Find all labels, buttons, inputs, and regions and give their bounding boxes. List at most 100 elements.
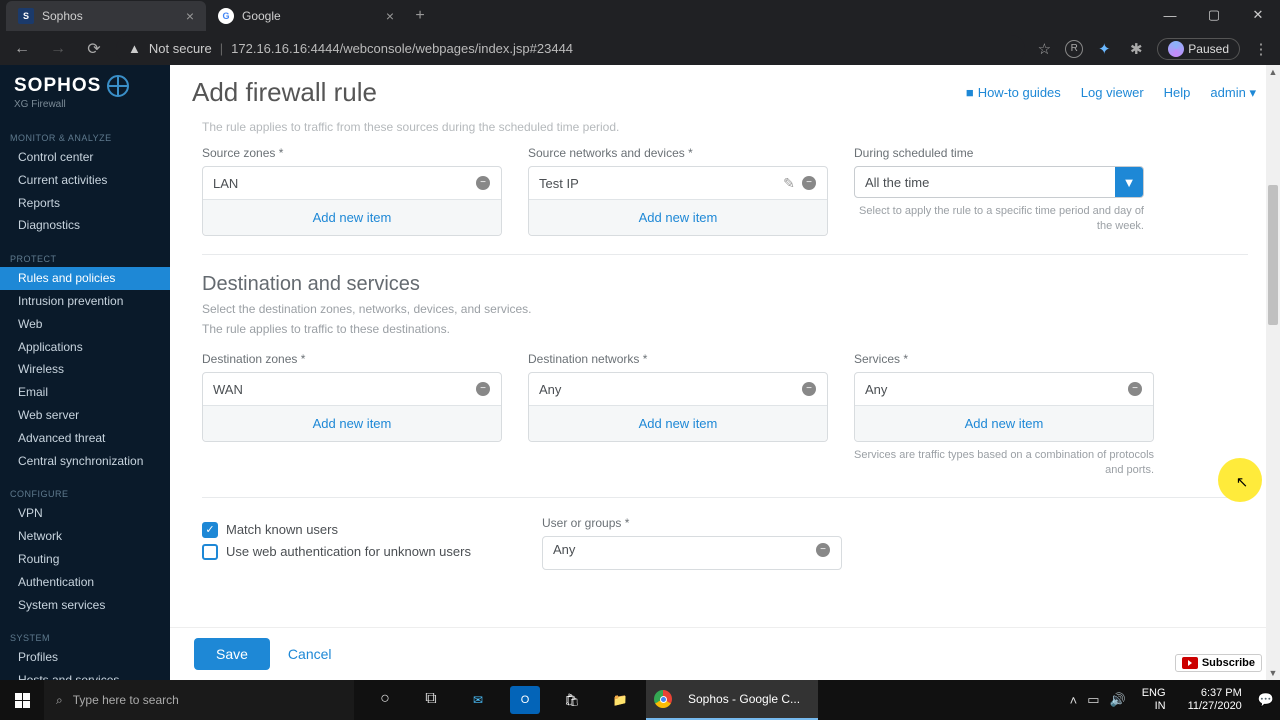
new-tab-button[interactable]: + — [406, 2, 434, 30]
sidebar-item-reports[interactable]: Reports — [0, 192, 170, 215]
remove-icon[interactable]: − — [801, 175, 817, 191]
tab-sophos[interactable]: S Sophos × — [6, 1, 206, 31]
extensions-icon[interactable]: ✱ — [1125, 38, 1147, 60]
help-link[interactable]: Help — [1164, 85, 1191, 101]
user-groups-label: User or groups * — [542, 516, 842, 530]
battery-icon[interactable]: ▭ — [1087, 692, 1099, 708]
source-zones-box[interactable]: LAN − Add new item — [202, 166, 502, 236]
sidebar-item-intrusion-prevention[interactable]: Intrusion prevention — [0, 290, 170, 313]
sidebar-item-vpn[interactable]: VPN — [0, 502, 170, 525]
sidebar-item-control-center[interactable]: Control center — [0, 146, 170, 169]
sidebar-item-email[interactable]: Email — [0, 381, 170, 404]
tag-item: LAN − — [203, 167, 501, 199]
add-item-button[interactable]: Add new item — [529, 405, 827, 441]
dest-networks-box[interactable]: Any − Add new item — [528, 372, 828, 442]
howto-link[interactable]: ■How-to guides — [966, 85, 1061, 101]
sidebar-section-header: MONITOR & ANALYZE — [0, 130, 170, 146]
save-button[interactable]: Save — [194, 638, 270, 670]
sidebar-item-web[interactable]: Web — [0, 313, 170, 336]
pin-icon[interactable]: ✦ — [1093, 38, 1115, 60]
scheduled-time-dropdown[interactable]: All the time ▼ — [854, 166, 1144, 198]
dest-zones-box[interactable]: WAN − Add new item — [202, 372, 502, 442]
sidebar-item-advanced-threat[interactable]: Advanced threat — [0, 427, 170, 450]
explorer-icon[interactable]: 📁 — [598, 680, 642, 720]
language-indicator[interactable]: ENGIN — [1136, 687, 1172, 713]
sidebar-item-wireless[interactable]: Wireless — [0, 358, 170, 381]
add-item-button[interactable]: Add new item — [203, 199, 501, 235]
store-icon[interactable]: 🛍 — [550, 680, 594, 720]
checkbox-checked-icon[interactable]: ✓ — [202, 522, 218, 538]
edit-icon[interactable]: ✎ — [781, 175, 797, 191]
tab-google[interactable]: G Google × — [206, 1, 406, 31]
cortana-icon[interactable]: ○ — [364, 680, 406, 720]
profile-paused-badge[interactable]: Paused — [1157, 38, 1240, 60]
tag-text: Any — [553, 542, 811, 557]
services-box[interactable]: Any − Add new item — [854, 372, 1154, 442]
tab-title: Sophos — [42, 9, 83, 23]
source-networks-box[interactable]: Test IP ✎ − Add new item — [528, 166, 828, 236]
start-button[interactable] — [0, 680, 44, 720]
task-view-icon[interactable]: ⧉ — [410, 680, 452, 720]
add-item-button[interactable]: Add new item — [855, 405, 1153, 441]
sidebar-item-routing[interactable]: Routing — [0, 548, 170, 571]
scroll-thumb[interactable] — [1268, 185, 1278, 325]
sidebar-item-profiles[interactable]: Profiles — [0, 646, 170, 669]
scrollbar[interactable]: ▲ ▼ — [1266, 65, 1280, 680]
close-icon[interactable]: × — [386, 8, 394, 24]
close-window-icon[interactable]: ✕ — [1236, 0, 1280, 30]
sidebar-item-hosts-and-services[interactable]: Hosts and services — [0, 669, 170, 680]
log-viewer-link[interactable]: Log viewer — [1081, 85, 1144, 101]
remove-icon[interactable]: − — [475, 175, 491, 191]
clock[interactable]: 6:37 PM11/27/2020 — [1182, 687, 1248, 713]
forward-icon[interactable]: → — [44, 35, 72, 63]
app-container: SOPHOS XG Firewall MONITOR & ANALYZECont… — [0, 65, 1280, 680]
source-zones-label: Source zones * — [202, 146, 502, 160]
tag-item: Any − — [529, 373, 827, 405]
volume-icon[interactable]: 🔊 — [1110, 692, 1126, 708]
cancel-button[interactable]: Cancel — [288, 646, 332, 662]
match-known-users-row[interactable]: ✓ Match known users — [202, 522, 502, 538]
notifications-icon[interactable]: 💬 — [1258, 692, 1274, 708]
mail-app-icon[interactable]: ✉ — [456, 680, 500, 720]
sidebar-item-current-activities[interactable]: Current activities — [0, 169, 170, 192]
remove-icon[interactable]: − — [475, 381, 491, 397]
checkbox-icon[interactable] — [202, 544, 218, 560]
address-bar: ← → ⟳ ▲ Not secure | 172.16.16.16:4444/w… — [0, 32, 1280, 65]
checkbox-label: Use web authentication for unknown users — [226, 544, 471, 559]
close-icon[interactable]: × — [186, 8, 194, 24]
web-auth-row[interactable]: Use web authentication for unknown users — [202, 544, 502, 560]
scroll-up-icon[interactable]: ▲ — [1266, 65, 1280, 79]
sidebar-item-system-services[interactable]: System services — [0, 594, 170, 617]
remove-icon[interactable]: − — [815, 542, 831, 558]
sidebar-item-authentication[interactable]: Authentication — [0, 571, 170, 594]
subscribe-badge[interactable]: Subscribe — [1175, 654, 1262, 672]
sidebar-item-applications[interactable]: Applications — [0, 336, 170, 359]
sidebar-item-diagnostics[interactable]: Diagnostics — [0, 214, 170, 237]
remove-icon[interactable]: − — [1127, 381, 1143, 397]
reader-icon[interactable]: R — [1065, 40, 1083, 58]
tray-chevron-icon[interactable]: ˄ — [1070, 693, 1078, 708]
outlook-icon[interactable]: O — [510, 686, 540, 714]
sidebar-item-rules-and-policies[interactable]: Rules and policies — [0, 267, 170, 290]
user-groups-box[interactable]: Any − — [542, 536, 842, 570]
chrome-app[interactable]: Sophos - Google C... — [646, 680, 818, 720]
sidebar-item-network[interactable]: Network — [0, 525, 170, 548]
dest-networks-label: Destination networks * — [528, 352, 828, 366]
scroll-down-icon[interactable]: ▼ — [1266, 666, 1280, 680]
admin-menu[interactable]: admin ▾ — [1210, 85, 1256, 101]
menu-icon[interactable]: ⋮ — [1250, 38, 1272, 60]
maximize-icon[interactable]: ▢ — [1192, 0, 1236, 30]
add-item-button[interactable]: Add new item — [203, 405, 501, 441]
content-scroll[interactable]: The rule applies to traffic from these s… — [170, 116, 1280, 627]
back-icon[interactable]: ← — [8, 35, 36, 63]
add-item-button[interactable]: Add new item — [529, 199, 827, 235]
sidebar-item-web-server[interactable]: Web server — [0, 404, 170, 427]
sidebar-item-central-synchronization[interactable]: Central synchronization — [0, 450, 170, 473]
star-icon[interactable]: ☆ — [1033, 38, 1055, 60]
taskbar-search[interactable]: ⌕ Type here to search — [44, 680, 354, 720]
reload-icon[interactable]: ⟳ — [80, 35, 108, 63]
minimize-icon[interactable]: — — [1148, 0, 1192, 30]
dest-desc-2: The rule applies to traffic to these des… — [202, 320, 1248, 338]
remove-icon[interactable]: − — [801, 381, 817, 397]
url-field[interactable]: ▲ Not secure | 172.16.16.16:4444/webcons… — [116, 35, 1025, 63]
